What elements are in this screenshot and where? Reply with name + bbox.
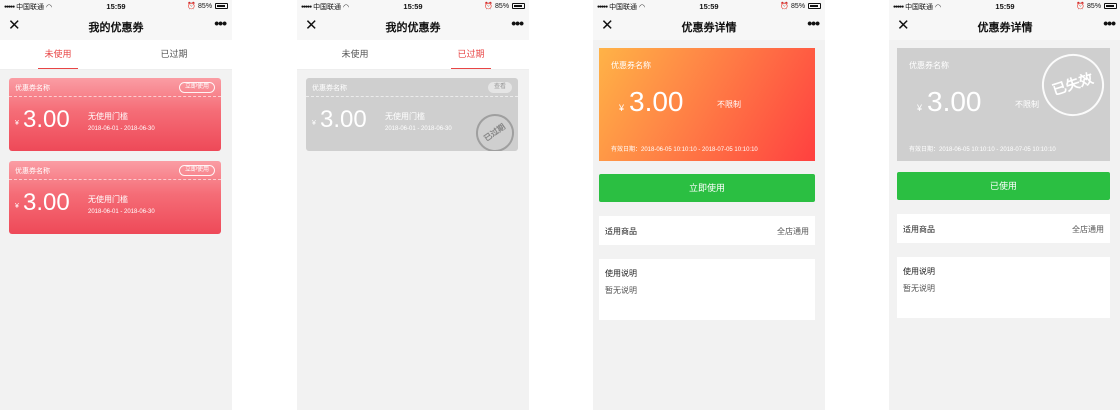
alarm-icon: ⏰ (187, 3, 197, 10)
battery-percent: 85% (1087, 3, 1102, 10)
more-icon[interactable]: ••• (807, 15, 820, 31)
battery-percent: 85% (198, 3, 213, 10)
status-bar: ●●●●● 中国联通 ◠ 15:59 ⏰ 85% (593, 0, 825, 13)
phone-screen-coupon-detail: ●●●●● 中国联通 ◠ 15:59 ⏰ 85% ✕ 优惠券详情 ••• 优惠券… (593, 0, 825, 410)
page-title: 我的优惠券 (385, 22, 441, 34)
coupon-name: 优惠券名称 (909, 61, 949, 70)
battery-icon (512, 3, 525, 9)
tab-bar: 未使用 已过期 (0, 40, 232, 70)
applicable-goods-row: 适用商品 全店通用 (599, 216, 815, 245)
more-icon[interactable]: ••• (1103, 15, 1116, 31)
coupon-validity: 有效日期：2018-06-05 10:10:10 - 2018-07-05 10… (909, 147, 1056, 153)
alarm-icon: ⏰ (1076, 3, 1086, 10)
nav-bar: ✕ 优惠券详情 ••• (889, 13, 1120, 40)
tab-expired[interactable]: 已过期 (116, 40, 232, 69)
applicable-goods-row: 适用商品 全店通用 (897, 214, 1110, 243)
status-bar: ●●●●● 中国联通 ◠ 15:59 ⏰ 85% (297, 0, 529, 13)
use-now-button[interactable]: 立即使用 (178, 165, 215, 176)
usage-description-row: 使用说明 暂无说明 (599, 259, 815, 320)
use-now-button[interactable]: 立即使用 (599, 174, 815, 202)
nav-bar: ✕ 我的优惠券 ••• (0, 13, 232, 40)
more-icon[interactable]: ••• (511, 15, 524, 31)
coupon-condition: 无使用门槛 (88, 195, 128, 204)
phone-screen-coupon-detail-invalid: ●●●●● 中国联通 ◠ 15:59 ⏰ 85% ✕ 优惠券详情 ••• 优惠券… (889, 0, 1120, 410)
description-label: 使用说明 (903, 267, 935, 276)
nav-bar: ✕ 优惠券详情 ••• (593, 13, 825, 40)
coupon-condition: 不限制 (1015, 100, 1039, 109)
coupon-condition: 无使用门槛 (88, 112, 128, 121)
expired-stamp: 已过期 (468, 106, 518, 151)
nav-bar: ✕ 我的优惠券 ••• (297, 13, 529, 40)
coupon-amount: 3.00 (629, 86, 684, 117)
phone-screen-unused-list: ●●●●● 中国联通 ◠ 15:59 ⏰ 85% ✕ 我的优惠券 ••• 未使用… (0, 0, 232, 410)
alarm-icon: ⏰ (484, 3, 494, 10)
currency-symbol: ¥ (15, 120, 19, 127)
coupon-name: 优惠券名称 (611, 61, 651, 70)
coupon-amount: 3.00 (23, 106, 70, 133)
use-now-button[interactable]: 立即使用 (178, 82, 215, 93)
status-bar: ●●●●● 中国联通 ◠ 15:59 ⏰ 85% (889, 0, 1120, 13)
coupon-card[interactable]: 优惠券名称 立即使用 ¥ 3.00 无使用门槛 2018-06-01 - 201… (9, 78, 221, 151)
coupon-name: 优惠券名称 (15, 168, 50, 175)
tab-unused[interactable]: 未使用 (0, 40, 116, 69)
status-bar: ●●●●● 中国联通 ◠ 15:59 ⏰ 85% (0, 0, 232, 13)
tab-bar: 未使用 已过期 (297, 40, 529, 70)
view-button[interactable]: 查看 (487, 82, 512, 93)
page-title: 优惠券详情 (681, 22, 737, 34)
battery-icon (808, 3, 821, 9)
more-icon[interactable]: ••• (214, 15, 227, 31)
coupon-dates: 2018-06-01 - 2018-06-30 (88, 209, 155, 215)
page-title: 优惠券详情 (977, 22, 1033, 34)
coupon-condition: 不限制 (717, 100, 741, 109)
coupon-validity: 有效日期：2018-06-05 10:10:10 - 2018-07-05 10… (611, 147, 758, 153)
currency-symbol: ¥ (15, 203, 19, 210)
battery-icon (215, 3, 228, 9)
coupon-name: 优惠券名称 (312, 85, 347, 92)
battery-icon (1104, 3, 1117, 9)
goods-label: 适用商品 (605, 227, 637, 236)
coupon-name: 优惠券名称 (15, 85, 50, 92)
coupon-detail-card-invalid: 优惠券名称 ¥ 3.00 不限制 有效日期：2018-06-05 10:10:1… (897, 48, 1110, 161)
battery-percent: 85% (495, 3, 510, 10)
currency-symbol: ¥ (619, 103, 625, 113)
phone-screen-expired-list: ●●●●● 中国联通 ◠ 15:59 ⏰ 85% ✕ 我的优惠券 ••• 未使用… (297, 0, 529, 410)
tab-expired[interactable]: 已过期 (413, 40, 529, 69)
currency-symbol: ¥ (917, 103, 923, 113)
usage-description-row: 使用说明 暂无说明 (897, 257, 1110, 318)
coupon-amount: 3.00 (927, 86, 982, 117)
description-value: 暂无说明 (605, 286, 637, 295)
coupon-card[interactable]: 优惠券名称 立即使用 ¥ 3.00 无使用门槛 2018-06-01 - 201… (9, 161, 221, 234)
page-title: 我的优惠券 (88, 22, 144, 34)
alarm-icon: ⏰ (780, 3, 790, 10)
used-button[interactable]: 已使用 (897, 172, 1110, 200)
goods-value: 全店通用 (1072, 225, 1104, 234)
goods-label: 适用商品 (903, 225, 935, 234)
invalid-stamp: 已失效 (1033, 48, 1110, 125)
coupon-amount: 3.00 (23, 189, 70, 216)
coupon-condition: 无使用门槛 (385, 112, 425, 121)
tab-unused[interactable]: 未使用 (297, 40, 413, 69)
coupon-detail-card: 优惠券名称 ¥ 3.00 不限制 有效日期：2018-06-05 10:10:1… (599, 48, 815, 161)
coupon-dates: 2018-06-01 - 2018-06-30 (88, 126, 155, 132)
coupon-card-expired[interactable]: 优惠券名称 查看 ¥ 3.00 无使用门槛 2018-06-01 - 2018-… (306, 78, 518, 151)
description-value: 暂无说明 (903, 284, 935, 293)
description-label: 使用说明 (605, 269, 637, 278)
coupon-amount: 3.00 (320, 106, 367, 133)
goods-value: 全店通用 (777, 227, 809, 236)
battery-percent: 85% (791, 3, 806, 10)
coupon-dates: 2018-06-01 - 2018-06-30 (385, 126, 452, 132)
currency-symbol: ¥ (312, 120, 316, 127)
